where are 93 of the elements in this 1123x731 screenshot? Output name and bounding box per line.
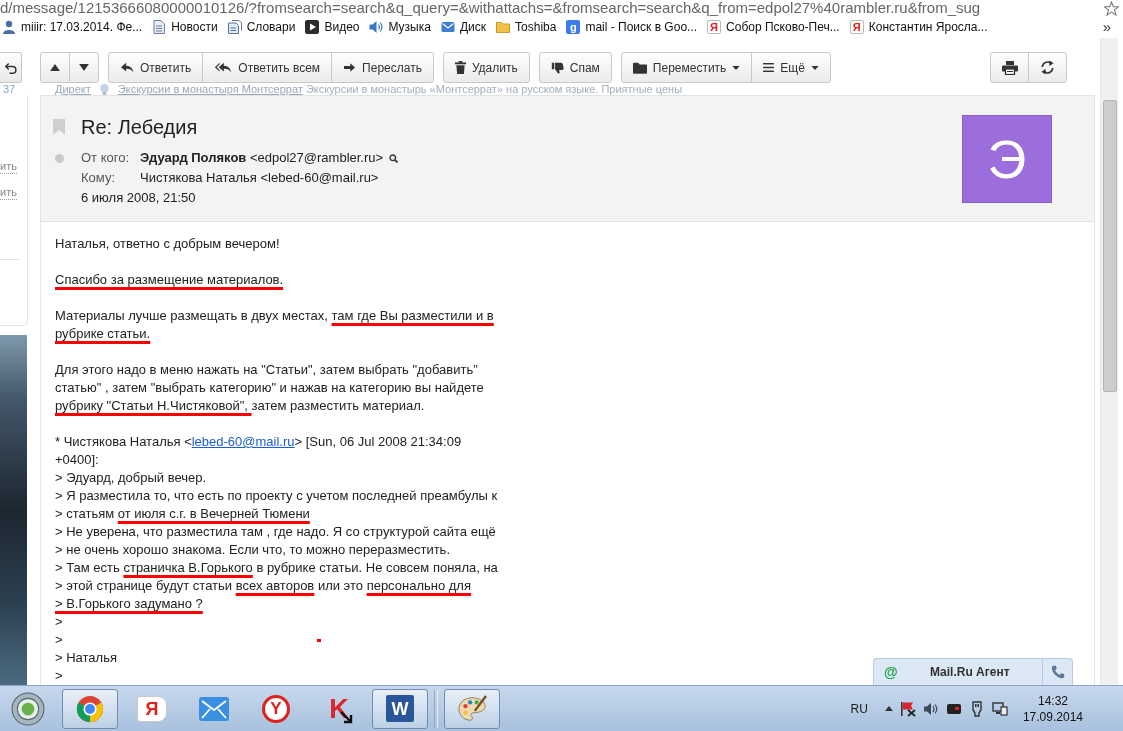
undo-icon [4,61,17,74]
ad-text: Экскурсии в монастыря Монтсеррат Экскурсии в монастырь «Монтсеррат» на русском языке. Приятные цены [117,83,683,95]
bookmark-link[interactable]: Словари [227,19,296,35]
bookmark-link[interactable]: Музыка [369,19,431,35]
delete-button[interactable]: Удалить [442,52,530,83]
from-label: От кого: [81,149,130,167]
message-date: 6 июля 2008, 21:50 [81,189,196,207]
caret-down-icon [79,64,89,71]
side-link[interactable]: ить [0,159,17,174]
round-logo-icon [75,693,105,724]
caret-icon [732,65,741,70]
star-icon[interactable] [1104,0,1119,16]
printer-icon [1001,60,1018,75]
envelope-icon [440,20,455,34]
status-dot-icon[interactable] [54,153,64,163]
message-paragraph: Наталья, ответно с добрым вечером! [55,235,280,253]
round-letter-icon: Y [262,694,290,723]
recipient: Чистякова Наталья <lebed-60@mail.ru> [140,169,379,187]
reply-all-icon [214,61,233,74]
next-button[interactable] [69,52,99,83]
forward-button[interactable]: Переслать [331,52,434,83]
sender[interactable]: Эдуард Поляков <edpol27@rambler.ru> [140,148,384,168]
bookmark-link[interactable]: Новости [152,19,218,35]
cycle-arrows-button[interactable] [1028,52,1067,83]
reply-button[interactable]: Ответить [108,52,204,83]
to-label: Кому: [81,169,115,187]
more-button[interactable]: Ещё [751,52,831,83]
caret-icon [810,65,819,70]
message-paragraph: Материалы лучше размещать в двух местах, там где Вы разместили и в рубрике статьи. [55,307,494,343]
folder-icon [632,61,647,74]
letter-tag-icon: Я [707,20,722,34]
orb-icon [11,691,45,726]
message-paragraph: * Чистякова Наталья <lebed-60@mail.ru> [Sun, 06 Jul 2008 21:34:09 +0400]: > Эдуард, добрый вечер. > Я разместила то, что есть по проекту с учетом последней преамбулы к > статьям от июля с.г. в Вечерней Тюмени > Не уверена, что разместила там , где надо. Я со структурой сайта ещё > не очень хорошо знакома. Если что, то можно переразместить. > Там есть страничка В.Горького в рубрике статьи. Не совсем поняла, на > этой странице будут статьи всех авторов или это персонально для > В.Горького задумано ? > > > Наталья > [55,433,498,685]
document-letter-icon: W [386,695,414,722]
reply-icon [120,61,134,74]
reply-all-button[interactable]: Ответить всем [202,52,333,83]
bookmark-link[interactable]: Диск [440,19,487,35]
letter-tag-icon: Я [137,695,167,722]
undo-button[interactable] [0,52,22,83]
side-link[interactable]: ить [0,185,17,200]
taskbar-button[interactable]: Y [248,688,304,729]
bookmark-link[interactable]: Видео [305,19,360,35]
search-icon[interactable] [389,153,399,163]
taskbar-button[interactable]: Я [124,688,180,729]
bookmark-link[interactable]: g mail - Поиск в Goo... [566,19,698,35]
pages-icon [227,20,242,34]
taskbar-button[interactable]: W [372,688,428,729]
more-bookmarks-button[interactable]: » [1102,19,1111,35]
caret-up-icon[interactable] [884,706,893,711]
at-sign-icon: @ [884,664,898,680]
message-paragraph: Для этого надо в меню нажать на "Статьи", затем выбрать "добавить" статью" , затем "выбрать категорию" и нажав на категорию вы найдете рубрику "Статьи Н.Чистяковой", затем разместить материал. [55,361,484,415]
bookmark-link[interactable]: Toshiba [496,19,557,35]
message-paragraph: Спасибо за размещение материалов. [55,271,284,289]
bookmark-link[interactable]: Я Собор Псково-Печ... [707,19,840,35]
language-indicator[interactable]: RU [850,701,868,716]
cycle-arrows-icon [1040,60,1055,75]
print-button[interactable] [990,52,1029,83]
scrollbar[interactable] [1100,38,1118,685]
message-subject: Re: Лебедия [81,115,198,139]
letter-tag-icon: Я [849,20,864,34]
dot-mark-icon [316,639,321,643]
palette-icon [457,694,487,723]
page-icon [152,20,167,34]
move-button[interactable]: Переместить [620,52,753,83]
bookmark-link[interactable]: miiir: 17.03.2014. Фе... [2,19,143,35]
address-text[interactable]: d/message/12153666080000010126/?fromsearch=search&q_query=&withattachs=&fromsearch=search&q_from=edpol27%40rambler.ru&from_sug [0,0,981,16]
taskbar-button[interactable] [62,688,118,729]
avatar: Э [962,115,1052,203]
counter-text: 37 [2,84,16,95]
arrow-right-icon [343,62,357,73]
agent-title[interactable]: Mail.Ru Агент [930,664,1010,680]
taskbar-clock[interactable]: 14:32 17.09.2014 [1022,692,1083,725]
scrollbar-thumb[interactable] [1103,100,1117,392]
flag-icon[interactable] [899,700,916,717]
menu-icon [763,63,775,72]
letter-tile-icon: g [566,20,581,34]
play-icon [305,20,320,34]
folder-icon [496,20,511,34]
trash-icon [454,61,466,74]
email-link[interactable]: lebed-60@mail.ru [191,434,295,449]
speaker-icon [369,20,384,34]
monitor-icon[interactable] [991,700,1008,717]
speaker-icon[interactable] [922,700,939,717]
taskbar-button[interactable] [444,688,500,729]
person-icon [2,20,16,34]
thumbs-down-icon [550,61,564,74]
phone-icon[interactable] [1051,665,1065,679]
previous-button[interactable] [40,52,70,83]
spam-button[interactable]: Спам [538,52,612,83]
caret-up-icon [50,64,60,71]
bookmark-link[interactable]: Я Константин Яросла... [849,19,988,35]
lightbulb-icon [99,83,109,95]
envelope-icon [198,694,230,723]
